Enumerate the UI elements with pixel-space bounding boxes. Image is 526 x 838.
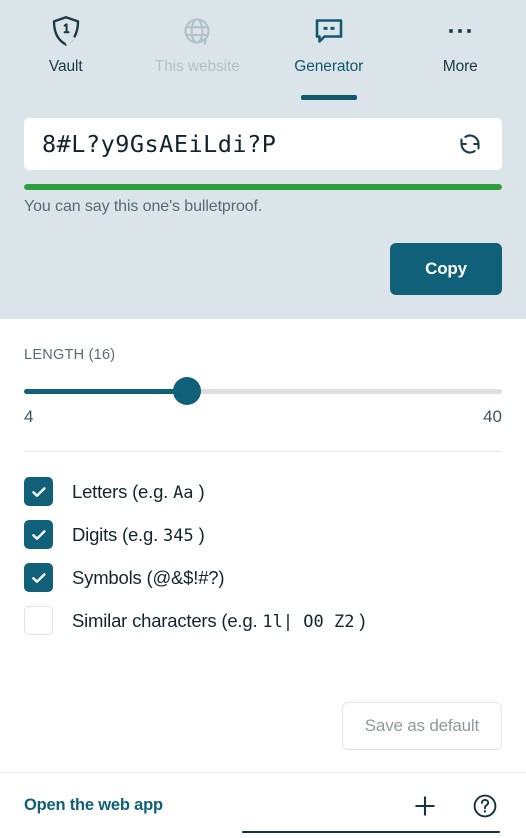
checkbox-symbols[interactable] bbox=[24, 563, 53, 592]
password-area: 8#L?y9GsAEiLdi?P bbox=[0, 104, 526, 170]
slider-fill bbox=[24, 388, 187, 394]
bottom-home-indicator bbox=[242, 831, 500, 833]
option-similar-characters-label: Similar characters (e.g. 1l| O0 Z2 ) bbox=[72, 609, 366, 632]
generated-password-field[interactable]: 8#L?y9GsAEiLdi?P bbox=[24, 118, 502, 170]
option-symbols-label: Symbols (@&$!#?) bbox=[72, 566, 225, 588]
option-digits-label: Digits (e.g. 345 ) bbox=[72, 523, 205, 546]
footer-icons bbox=[408, 789, 502, 823]
strength-message: You can say this one's bulletproof. bbox=[24, 198, 263, 215]
header-panel: Vault This website Generator More 8#L?y9… bbox=[0, 0, 526, 319]
copy-row: Copy bbox=[0, 216, 526, 319]
strength-meter bbox=[24, 184, 502, 190]
save-as-default-button[interactable]: Save as default bbox=[341, 702, 502, 750]
option-similar-characters[interactable]: Similar characters (e.g. 1l| O0 Z2 ) bbox=[24, 599, 502, 642]
refresh-icon[interactable] bbox=[452, 126, 488, 162]
check-icon bbox=[31, 529, 46, 540]
active-tab-indicator bbox=[300, 95, 357, 100]
tab-vault[interactable]: Vault bbox=[0, 12, 132, 104]
check-icon bbox=[31, 486, 46, 497]
globe-icon bbox=[180, 12, 214, 50]
copy-button[interactable]: Copy bbox=[390, 243, 502, 295]
save-default-row: Save as default bbox=[24, 702, 502, 772]
shield-icon bbox=[49, 12, 83, 50]
speech-bubble-icon bbox=[312, 12, 346, 50]
tab-bar: Vault This website Generator More bbox=[0, 0, 526, 104]
character-options: Letters (e.g. Aa ) Digits (e.g. 345 ) Sy… bbox=[24, 452, 502, 642]
option-letters[interactable]: Letters (e.g. Aa ) bbox=[24, 470, 502, 513]
password-generator-popup: Vault This website Generator More 8#L?y9… bbox=[0, 0, 526, 838]
option-letters-label: Letters (e.g. Aa ) bbox=[72, 480, 205, 503]
tab-more[interactable]: More bbox=[395, 12, 526, 104]
tab-generator[interactable]: Generator bbox=[263, 12, 395, 104]
tab-label: This website bbox=[154, 58, 240, 75]
checkbox-similar-characters[interactable] bbox=[24, 606, 53, 635]
checkbox-letters[interactable] bbox=[24, 477, 53, 506]
tab-this-website[interactable]: This website bbox=[132, 12, 264, 104]
options-panel: LENGTH (16) 4 40 Letters (e.g. Aa ) Digi… bbox=[0, 319, 526, 772]
open-web-app-link[interactable]: Open the web app bbox=[24, 796, 163, 815]
option-symbols[interactable]: Symbols (@&$!#?) bbox=[24, 556, 502, 599]
length-slider[interactable] bbox=[24, 371, 502, 411]
check-icon bbox=[31, 572, 46, 583]
generated-password-value: 8#L?y9GsAEiLdi?P bbox=[42, 130, 277, 158]
tab-label: More bbox=[442, 58, 478, 75]
strength-meter-fill bbox=[24, 184, 502, 190]
length-label: LENGTH (16) bbox=[24, 347, 116, 363]
checkbox-digits[interactable] bbox=[24, 520, 53, 549]
tab-label: Vault bbox=[48, 58, 83, 75]
footer-bar: Open the web app bbox=[0, 772, 526, 838]
option-digits[interactable]: Digits (e.g. 345 ) bbox=[24, 513, 502, 556]
length-block: LENGTH (16) 4 40 bbox=[24, 319, 502, 427]
ellipsis-icon bbox=[443, 12, 477, 50]
slider-thumb[interactable] bbox=[172, 377, 201, 405]
question-circle-icon[interactable] bbox=[468, 789, 502, 823]
plus-icon[interactable] bbox=[408, 789, 442, 823]
tab-label: Generator bbox=[294, 58, 364, 75]
